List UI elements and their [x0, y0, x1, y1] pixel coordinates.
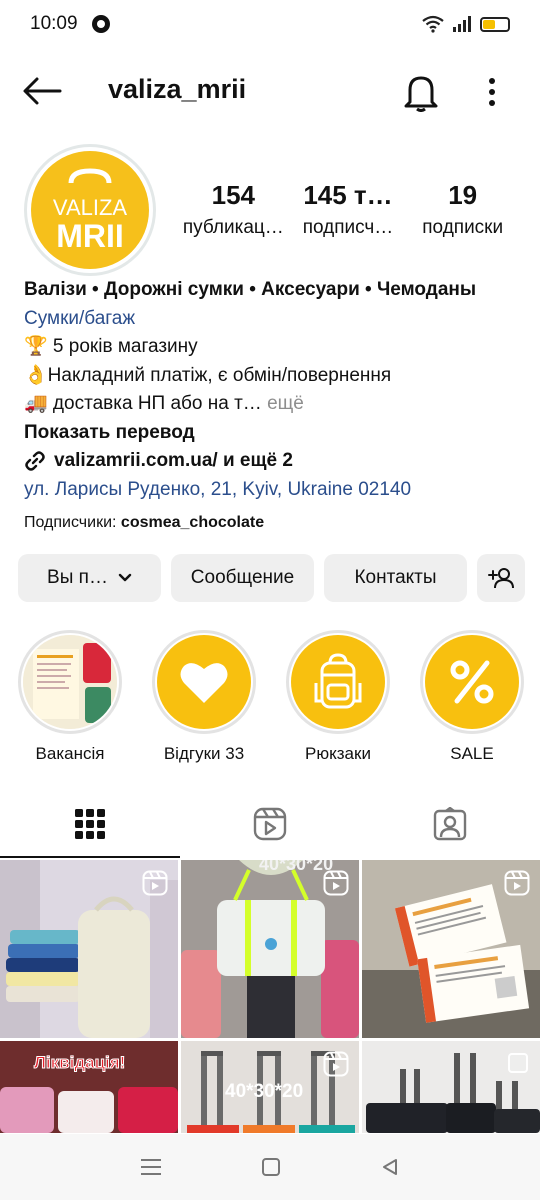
avatar-logo-line1: VALIZA [53, 195, 128, 220]
highlight-ring [286, 630, 390, 734]
stat-label: подписки [422, 217, 504, 238]
bio-website-text: valizamrii.com.ua/ и ещё 2 [54, 450, 293, 471]
bio-line-text: 🚚 доставка НП або на т… [24, 393, 262, 414]
stat-label: публикац… [182, 217, 284, 238]
reel-indicator-icon [323, 870, 349, 896]
avatar-logo: VALIZA MRII [31, 151, 149, 269]
highlight-ring [420, 630, 524, 734]
suggested-users-button[interactable] [477, 554, 525, 602]
highlight-sale[interactable]: SALE [420, 630, 524, 764]
post-thumbnail[interactable] [0, 860, 178, 1038]
avatar[interactable]: VALIZA MRII [24, 144, 156, 276]
bio-more-link[interactable]: ещё [267, 393, 304, 414]
reels-icon [253, 807, 287, 841]
bio-line: 👌Накладний платіж, є обмін/повернення [24, 364, 392, 386]
highlight-ring [152, 630, 256, 734]
stat-label: подписч… [302, 217, 394, 238]
mutual-follower-name: cosmea_chocolate [120, 514, 265, 531]
menu-icon[interactable] [140, 1157, 162, 1177]
highlight-label: SALE [450, 744, 494, 763]
link-icon [25, 451, 45, 471]
contacts-button[interactable]: Контакты [324, 554, 467, 602]
heart-icon [180, 663, 228, 703]
backpack-icon [314, 653, 362, 709]
back-triangle-icon[interactable] [380, 1157, 400, 1177]
highlight-photo-thumbnail [23, 635, 117, 729]
message-button[interactable]: Сообщение [171, 554, 314, 602]
stat-value: 154 [211, 180, 256, 210]
tab-grid[interactable] [0, 790, 180, 858]
highlight-circle [291, 635, 385, 729]
highlight-ring [18, 630, 122, 734]
chevron-down-icon [118, 573, 132, 582]
profile-actions: Вы п… Сообщение Контакты [18, 554, 525, 602]
posts-grid: 40*30*20 Ліквідація! 40*30*20 [0, 860, 540, 1133]
tagged-person-icon [433, 807, 467, 841]
more-vertical-icon[interactable] [478, 74, 506, 110]
system-nav-bar [0, 1134, 540, 1200]
bio-title: Валізи • Дорожні сумки • Аксесуари • Чем… [24, 279, 477, 300]
bio-category[interactable]: Сумки/багаж [24, 305, 524, 334]
post-thumbnail[interactable]: Ліквідація! [0, 1041, 178, 1133]
profile-tabs [0, 790, 540, 858]
back-arrow-icon[interactable] [22, 76, 62, 106]
post-thumbnail[interactable] [362, 860, 540, 1038]
profile-bio: Валізи • Дорожні сумки • Аксесуари • Чем… [24, 276, 524, 504]
highlight-circle [425, 635, 519, 729]
stat-following[interactable]: 19 подписки [405, 180, 520, 242]
following-button[interactable]: Вы п… [18, 554, 161, 602]
multi-post-icon [508, 1053, 528, 1073]
battery-icon [480, 16, 510, 32]
post-thumbnail[interactable]: 40*30*20 [181, 1041, 359, 1133]
status-time: 10:09 [30, 13, 78, 34]
highlight-reviews[interactable]: Відгуки 33 [152, 630, 256, 764]
bio-line-truncated: 🚚 доставка НП або на т… ещё [24, 390, 524, 419]
bio-address-link[interactable]: ул. Ларисы Руденко, 21, Kyiv, Ukraine 02… [24, 476, 524, 505]
highlight-backpacks[interactable]: Рюкзаки [286, 630, 390, 764]
stat-posts[interactable]: 154 публикац… [176, 180, 291, 242]
profile-stats: 154 публикац… 145 т… подписч… 19 подписк… [176, 180, 520, 242]
bio-line: 🏆 5 років магазину [24, 336, 198, 357]
highlight-vacancy[interactable]: Вакансія [18, 630, 122, 764]
home-square-icon[interactable] [261, 1157, 281, 1177]
wifi-icon [422, 15, 444, 33]
post-overlay-text: Ліквідація! [33, 1053, 126, 1073]
stat-value: 19 [448, 180, 478, 210]
reel-indicator-icon [142, 870, 168, 896]
username-title: valiza_mrii [108, 74, 247, 104]
add-person-icon [488, 568, 514, 589]
profile-header: valiza_mrii [0, 60, 540, 122]
avatar-logo-line2: MRII [56, 218, 124, 254]
highlight-label: Рюкзаки [305, 744, 371, 763]
stat-value: 145 т… [303, 180, 393, 210]
story-highlights: Вакансія Відгуки 33 Рюкзаки SALE [18, 630, 524, 764]
highlight-label: Відгуки 33 [163, 744, 245, 763]
percent-icon [450, 660, 494, 704]
post-thumbnail[interactable] [362, 1041, 540, 1133]
post-overlay-text: 40*30*20 [259, 860, 334, 874]
status-icons [422, 15, 510, 33]
post-overlay-text: 40*30*20 [225, 1081, 304, 1102]
tab-reels[interactable] [180, 790, 360, 858]
show-translation-link[interactable]: Показать перевод [24, 419, 524, 448]
mutual-followers[interactable]: Подписчики: cosmea_chocolate [24, 514, 264, 532]
reel-indicator-icon [323, 1051, 349, 1077]
post-thumbnail[interactable]: 40*30*20 [181, 860, 359, 1038]
signal-icon [453, 16, 471, 32]
stat-followers[interactable]: 145 т… подписч… [291, 180, 406, 242]
tab-tagged[interactable] [360, 790, 540, 858]
bell-icon[interactable] [402, 72, 440, 112]
whatsapp-icon [91, 15, 110, 33]
reel-indicator-icon [504, 870, 530, 896]
mutual-followers-prefix: Подписчики: [24, 514, 117, 531]
highlight-circle [157, 635, 251, 729]
following-button-label: Вы п… [47, 567, 108, 588]
highlight-label: Вакансія [35, 744, 105, 763]
bio-website-link[interactable]: valizamrii.com.ua/ и ещё 2 [24, 447, 524, 476]
grid-icon [75, 809, 105, 839]
status-bar: 10:09 [0, 0, 540, 48]
